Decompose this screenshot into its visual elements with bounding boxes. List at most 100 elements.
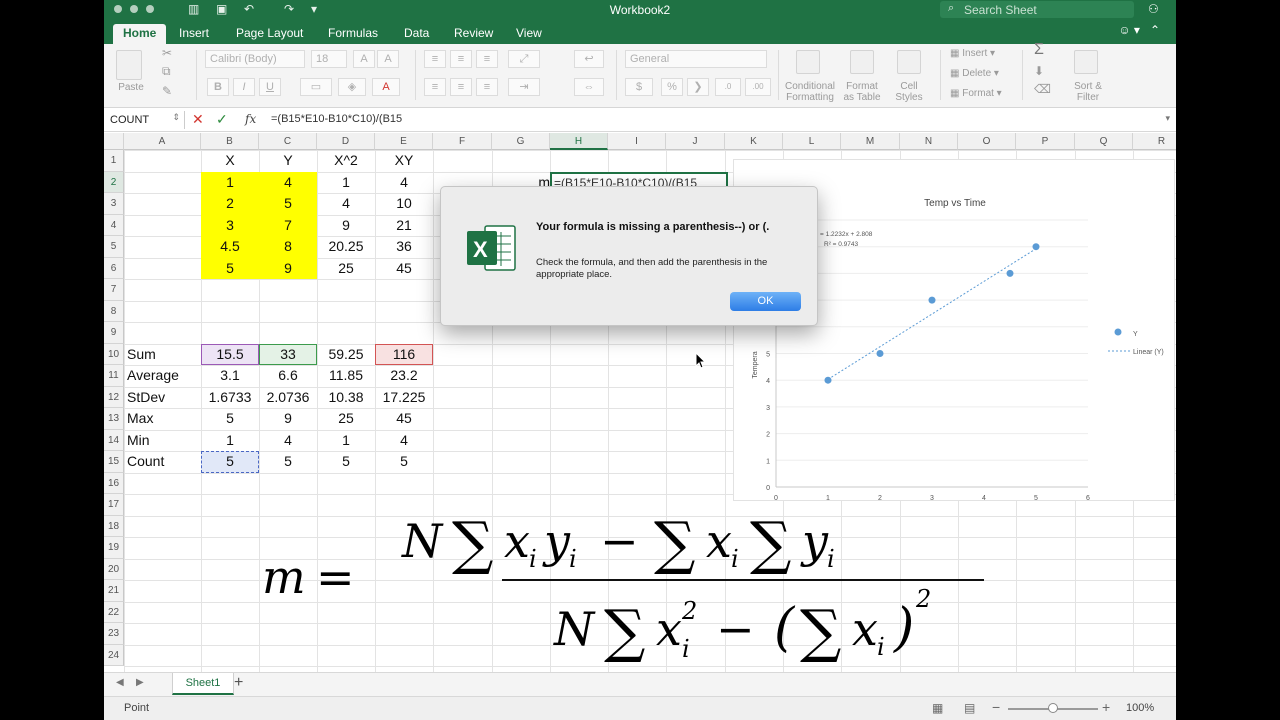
column-header-p[interactable]: P bbox=[1016, 133, 1075, 150]
cell-c14[interactable]: 4 bbox=[259, 430, 317, 452]
cell-c13[interactable]: 9 bbox=[259, 408, 317, 430]
row-header-24[interactable]: 24 bbox=[104, 644, 124, 666]
underline-button[interactable]: U bbox=[259, 78, 281, 96]
row-header-10[interactable]: 10 bbox=[104, 343, 124, 365]
column-header-h[interactable]: H bbox=[550, 133, 608, 150]
cell-d14[interactable]: 1 bbox=[317, 430, 375, 452]
cell-e15[interactable]: 5 bbox=[375, 451, 433, 473]
cell-a10[interactable]: Sum bbox=[124, 344, 201, 366]
name-box[interactable]: COUNT ⇕ bbox=[110, 111, 180, 129]
cell-styles-icon[interactable] bbox=[897, 50, 921, 74]
clear-icon[interactable]: ⌫ bbox=[1034, 83, 1051, 95]
column-header-d[interactable]: D bbox=[317, 133, 375, 150]
share-icon[interactable]: ⚇ bbox=[1148, 2, 1159, 16]
row-header-11[interactable]: 11 bbox=[104, 365, 124, 387]
zoom-in-icon[interactable]: + bbox=[1102, 699, 1110, 715]
indent-button[interactable]: ⇥ bbox=[508, 78, 540, 96]
column-header-g[interactable]: G bbox=[492, 133, 550, 150]
cell-b2[interactable]: 1 bbox=[201, 172, 259, 194]
cell-b12[interactable]: 1.6733 bbox=[201, 387, 259, 409]
normal-view-icon[interactable]: ▦ bbox=[932, 701, 943, 715]
smiley-feedback-icon[interactable]: ☺ ▾ ⌃ bbox=[1118, 23, 1160, 37]
select-all-corner[interactable] bbox=[104, 133, 124, 150]
conditional-formatting-label[interactable]: Conditional Formatting bbox=[780, 81, 840, 103]
number-format-select[interactable]: General bbox=[625, 50, 767, 68]
copy-icon[interactable]: ⧉ bbox=[162, 65, 171, 77]
column-header-c[interactable]: C bbox=[259, 133, 317, 150]
cell-a13[interactable]: Max bbox=[124, 408, 201, 430]
cell-d2[interactable]: 1 bbox=[317, 172, 375, 194]
column-header-e[interactable]: E bbox=[375, 133, 433, 150]
next-sheet-icon[interactable]: ▶ bbox=[136, 677, 144, 688]
enter-formula-icon[interactable]: ✓ bbox=[216, 111, 228, 128]
insert-cells-button[interactable]: ▦ Insert ▾ bbox=[950, 48, 995, 59]
cell-c1[interactable]: Y bbox=[259, 150, 317, 172]
row-header-12[interactable]: 12 bbox=[104, 386, 124, 408]
sort-filter-label[interactable]: Sort & Filter bbox=[1066, 81, 1110, 103]
align-middle-button[interactable]: ≡ bbox=[450, 50, 472, 68]
row-header-18[interactable]: 18 bbox=[104, 515, 124, 537]
row-header-3[interactable]: 3 bbox=[104, 193, 124, 215]
cell-b11[interactable]: 3.1 bbox=[201, 365, 259, 387]
cell-a11[interactable]: Average bbox=[124, 365, 201, 387]
cell-e12[interactable]: 17.225 bbox=[375, 387, 433, 409]
zoom-level[interactable]: 100% bbox=[1126, 702, 1154, 714]
format-painter-icon[interactable]: ✎ bbox=[162, 85, 172, 97]
column-header-j[interactable]: J bbox=[666, 133, 725, 150]
row-header-5[interactable]: 5 bbox=[104, 236, 124, 258]
merge-button[interactable]: ⇔ bbox=[574, 78, 604, 96]
delete-cells-button[interactable]: ▦ Delete ▾ bbox=[950, 68, 999, 79]
cell-e5[interactable]: 36 bbox=[375, 236, 433, 258]
cell-a12[interactable]: StDev bbox=[124, 387, 201, 409]
cancel-formula-icon[interactable]: ✕ bbox=[192, 111, 204, 128]
zoom-slider-handle[interactable] bbox=[1048, 703, 1058, 713]
row-header-19[interactable]: 19 bbox=[104, 537, 124, 559]
name-box-stepper-icon[interactable]: ⇕ bbox=[172, 112, 180, 123]
cell-e3[interactable]: 10 bbox=[375, 193, 433, 215]
tab-view[interactable]: View bbox=[516, 24, 542, 44]
cell-d12[interactable]: 10.38 bbox=[317, 387, 375, 409]
sort-filter-icon[interactable] bbox=[1074, 50, 1098, 74]
column-header-r[interactable]: R bbox=[1133, 133, 1176, 150]
tab-insert[interactable]: Insert bbox=[179, 24, 209, 44]
row-header-13[interactable]: 13 bbox=[104, 408, 124, 430]
tab-data[interactable]: Data bbox=[404, 24, 429, 44]
fill-icon[interactable]: ⬇ bbox=[1034, 65, 1044, 77]
column-header-l[interactable]: L bbox=[783, 133, 841, 150]
decrease-font-button[interactable]: A bbox=[377, 50, 399, 68]
cell-d5[interactable]: 20.25 bbox=[317, 236, 375, 258]
orientation-button[interactable]: ⤢ bbox=[508, 50, 540, 68]
cell-b13[interactable]: 5 bbox=[201, 408, 259, 430]
align-left-button[interactable]: ≡ bbox=[424, 78, 446, 96]
decrease-decimal-button[interactable]: .00 bbox=[745, 78, 771, 96]
cell-d13[interactable]: 25 bbox=[317, 408, 375, 430]
cell-b4[interactable]: 3 bbox=[201, 215, 259, 237]
cell-a15[interactable]: Count bbox=[124, 451, 201, 473]
slope-formula-image[interactable]: m = N ∑ x i y i − ∑ x i ∑ y i N ∑ x 2 i bbox=[254, 505, 1074, 673]
formula-input[interactable]: =(B15*E10-B10*C10)/(B15 bbox=[271, 113, 402, 125]
sheet-tab-sheet1[interactable]: Sheet1 bbox=[172, 673, 234, 695]
italic-button[interactable]: I bbox=[233, 78, 255, 96]
cell-e1[interactable]: XY bbox=[375, 150, 433, 172]
tab-home[interactable]: Home bbox=[113, 24, 167, 44]
cell-e14[interactable]: 4 bbox=[375, 430, 433, 452]
cell-b14[interactable]: 1 bbox=[201, 430, 259, 452]
font-color-button[interactable]: A bbox=[372, 78, 400, 96]
tab-page-layout[interactable]: Page Layout bbox=[236, 24, 303, 44]
row-header-4[interactable]: 4 bbox=[104, 214, 124, 236]
tab-review[interactable]: Review bbox=[454, 24, 493, 44]
column-header-q[interactable]: Q bbox=[1075, 133, 1133, 150]
font-size-select[interactable]: 18 bbox=[311, 50, 347, 68]
page-layout-view-icon[interactable]: ▤ bbox=[964, 701, 975, 715]
cell-c2[interactable]: 4 bbox=[259, 172, 317, 194]
increase-font-button[interactable]: A bbox=[353, 50, 375, 68]
cell-d1[interactable]: X^2 bbox=[317, 150, 375, 172]
expand-formula-icon[interactable]: ▾ bbox=[1165, 113, 1170, 124]
row-header-9[interactable]: 9 bbox=[104, 322, 124, 344]
increase-decimal-button[interactable]: .0 bbox=[715, 78, 741, 96]
cell-c3[interactable]: 5 bbox=[259, 193, 317, 215]
comma-button[interactable]: ❯ bbox=[687, 78, 709, 96]
column-header-a[interactable]: A bbox=[124, 133, 201, 150]
paste-icon[interactable] bbox=[116, 50, 142, 80]
column-header-n[interactable]: N bbox=[900, 133, 958, 150]
